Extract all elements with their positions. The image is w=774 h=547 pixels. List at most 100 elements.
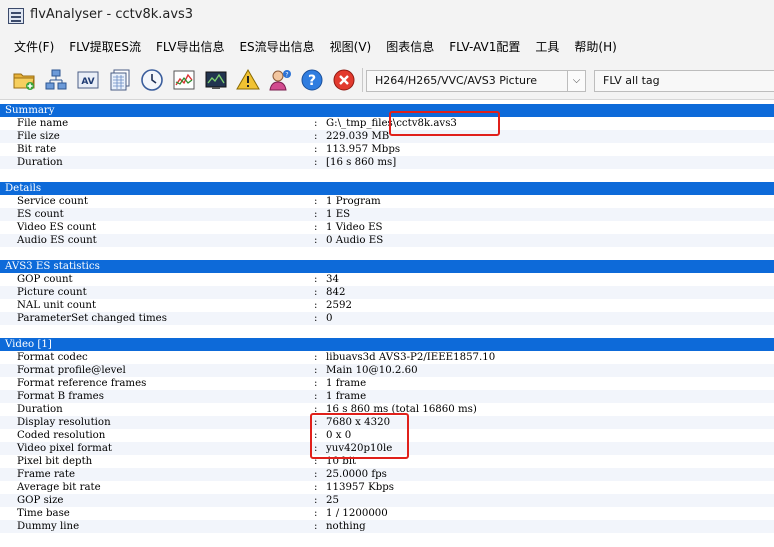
row-value: 229.039 MB [326, 131, 390, 142]
row-key: Dummy line [17, 521, 80, 532]
av-icon[interactable]: AV [74, 66, 102, 94]
row-key: Audio ES count [17, 235, 97, 246]
row-key: Coded resolution [17, 430, 106, 441]
codec-select-value: H264/H265/VVC/AVS3 Picture [375, 74, 538, 87]
svg-text:?: ? [308, 73, 316, 89]
line-chart-icon[interactable] [170, 66, 198, 94]
section-header-avs3-statistics: AVS3 ES statistics [0, 260, 774, 273]
section-header-video: Video [1] [0, 338, 774, 351]
row-key: Bit rate [17, 144, 57, 155]
row-key: Duration [17, 157, 63, 168]
row-key: GOP count [17, 274, 73, 285]
row-key: NAL unit count [17, 300, 97, 311]
row-value: 1 / 1200000 [326, 508, 388, 519]
row-value: 0 [326, 313, 333, 324]
svg-text:AV: AV [81, 77, 94, 87]
table-row: ParameterSet changed times:0 [0, 312, 774, 325]
row-value: 1 frame [326, 378, 367, 389]
menu-chart-info[interactable]: 图表信息 [386, 38, 434, 55]
table-row: Format B frames:1 frame [0, 390, 774, 403]
chevron-down-icon[interactable]: ⌵ [567, 71, 585, 91]
section-header-summary: Summary [0, 104, 774, 117]
row-key: File name [17, 118, 69, 129]
tag-select[interactable]: FLV all tag [594, 70, 774, 92]
help-icon[interactable]: ? [298, 66, 326, 94]
warning-icon[interactable] [234, 66, 262, 94]
row-key: Frame rate [17, 469, 76, 480]
video-monitor-icon[interactable] [202, 66, 230, 94]
menu-bar: 文件(F) FLV提取ES流 FLV导出信息 ES流导出信息 视图(V) 图表信… [0, 32, 774, 60]
tag-select-value: FLV all tag [603, 74, 660, 87]
table-row: Duration: [16 s 860 ms] [0, 156, 774, 169]
table-row: Audio ES count:0 Audio ES [0, 234, 774, 247]
table-row: Format reference frames:1 frame [0, 377, 774, 390]
row-value: libuavs3d AVS3-P2/IEEE1857.10 [326, 352, 496, 363]
row-key: Video ES count [17, 222, 97, 233]
row-value: 113957 Kbps [326, 482, 395, 493]
report-panel: Summary File name: G:\_tmp_files\cctv8k.a… [0, 104, 774, 547]
menu-tools[interactable]: 工具 [535, 38, 559, 55]
table-row: Format profile@level: Main 10@10.2.60 [0, 364, 774, 377]
row-key: Display resolution [17, 417, 111, 428]
row-key: Format codec [17, 352, 88, 363]
row-key: ES count [17, 209, 64, 220]
table-row: Average bit rate:113957 Kbps [0, 481, 774, 494]
row-key: GOP size [17, 495, 64, 506]
table-row: Coded resolution:0 x 0 [0, 429, 774, 442]
row-value: 34 [326, 274, 339, 285]
menu-flv-extract-es[interactable]: FLV提取ES流 [69, 38, 141, 55]
row-value: 7680 x 4320 [326, 417, 391, 428]
row-value: 1 Video ES [326, 222, 383, 233]
row-key: Service count [17, 196, 88, 207]
row-key: File size [17, 131, 60, 142]
row-key: Video pixel format [17, 443, 113, 454]
table-row: Format codec: libuavs3d AVS3-P2/IEEE1857.… [0, 351, 774, 364]
table-row: GOP count:34 [0, 273, 774, 286]
clock-icon[interactable] [138, 66, 166, 94]
codec-select[interactable]: H264/H265/VVC/AVS3 Picture ⌵ [366, 70, 586, 92]
table-row: Bit rate:113.957 Mbps [0, 143, 774, 156]
menu-help[interactable]: 帮助(H) [574, 38, 616, 55]
menu-view[interactable]: 视图(V) [330, 38, 372, 55]
table-row: GOP size:25 [0, 494, 774, 507]
app-logo-icon [8, 8, 24, 24]
row-key: Picture count [17, 287, 87, 298]
row-key: ParameterSet changed times [17, 313, 167, 324]
table-row: Video pixel format: yuv420p10le [0, 442, 774, 455]
table-row: File name: G:\_tmp_files\cctv8k.avs3 [0, 117, 774, 130]
row-value: 842 [326, 287, 346, 298]
table-row: Frame rate:25.0000 fps [0, 468, 774, 481]
table-row: File size:229.039 MB [0, 130, 774, 143]
row-value: 2592 [326, 300, 352, 311]
row-value: 25.0000 fps [326, 469, 387, 480]
table-row: Dummy line: nothing [0, 520, 774, 533]
table-row: Service count:1 Program [0, 195, 774, 208]
row-value: nothing [326, 521, 366, 532]
user-help-icon[interactable]: ? [266, 66, 294, 94]
menu-file[interactable]: 文件(F) [14, 38, 54, 55]
row-value: 16 s 860 ms (total 16860 ms) [326, 404, 477, 415]
toolbar: AV ? ? H264/H265/VVC/AVS3 Picture ⌵ FLV … [0, 60, 774, 100]
row-value: 1 ES [326, 209, 351, 220]
table-row: Display resolution:7680 x 4320 [0, 416, 774, 429]
menu-es-export-info[interactable]: ES流导出信息 [239, 38, 314, 55]
table-row: Picture count:842 [0, 286, 774, 299]
row-value: 1 Program [326, 196, 381, 207]
folder-open-icon[interactable] [10, 66, 38, 94]
table-row: Pixel bit depth:10 bit [0, 455, 774, 468]
table-row: Video ES count:1 Video ES [0, 221, 774, 234]
menu-flv-export-info[interactable]: FLV导出信息 [156, 38, 224, 55]
row-key: Format profile@level [17, 365, 126, 376]
documents-grid-icon[interactable] [106, 66, 134, 94]
row-value: 25 [326, 495, 339, 506]
row-value: G:\_tmp_files\cctv8k.avs3 [326, 118, 457, 129]
network-tree-icon[interactable] [42, 66, 70, 94]
row-value: 10 bit [326, 456, 357, 467]
menu-flv-av1-config[interactable]: FLV-AV1配置 [449, 38, 520, 55]
row-value: 0 Audio ES [326, 235, 384, 246]
row-value: 0 x 0 [326, 430, 352, 441]
row-key: Format B frames [17, 391, 104, 402]
row-key: Average bit rate [17, 482, 101, 493]
table-row: NAL unit count:2592 [0, 299, 774, 312]
close-icon[interactable] [330, 66, 358, 94]
